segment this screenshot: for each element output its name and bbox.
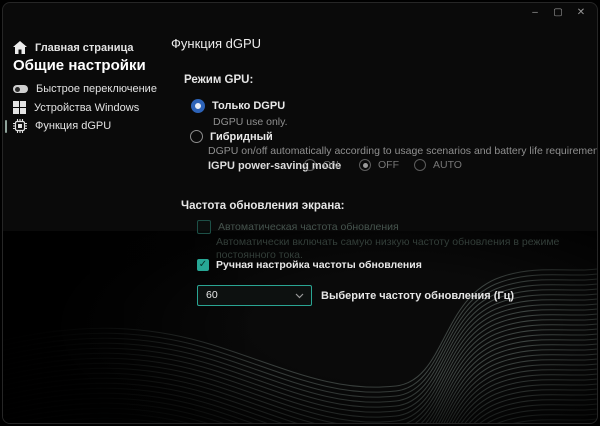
gpu-chip-icon xyxy=(13,119,27,133)
radio-hybrid-description: DGPU on/off automatically according to u… xyxy=(208,145,598,157)
radio-selected-icon xyxy=(191,99,205,113)
radio-igpu-on[interactable]: ON xyxy=(304,159,339,171)
sidebar-item-label: Устройства Windows xyxy=(34,101,140,114)
refresh-rate-value: 60 xyxy=(206,289,218,301)
sidebar-item-dgpu-function[interactable]: Функция dGPU xyxy=(13,119,111,133)
sidebar-item-label: Функция dGPU xyxy=(35,120,112,132)
radio-dgpu-only[interactable]: Только DGPU xyxy=(191,99,285,113)
radio-unselected-icon xyxy=(190,130,203,143)
sidebar-item-label: Быстрое переключение xyxy=(36,83,157,95)
refresh-rate-select[interactable]: 60 xyxy=(197,285,312,306)
checkbox-label: Ручная настройка частоты обновления xyxy=(216,259,422,271)
radio-igpu-auto[interactable]: AUTO xyxy=(414,159,462,171)
checkbox-auto-refresh[interactable]: Автоматическая частота обновления xyxy=(197,220,399,234)
sidebar-item-label: Главная страница xyxy=(35,41,134,54)
window-controls: – ▢ ✕ xyxy=(528,6,588,20)
radio-label: Гибридный xyxy=(210,130,273,143)
radio-dgpu-only-description: DGPU use only. xyxy=(213,116,288,128)
toggle-icon xyxy=(13,85,28,93)
gpu-mode-heading: Режим GPU: xyxy=(184,74,254,86)
minimize-button[interactable]: – xyxy=(528,6,542,20)
radio-disabled-icon xyxy=(414,159,426,171)
checkbox-checked-icon: ✓ xyxy=(197,259,209,271)
checkbox-manual-refresh[interactable]: ✓ Ручная настройка частоты обновления xyxy=(197,259,422,271)
refresh-rate-select-label: Выберите частоту обновления (Гц) xyxy=(321,290,515,302)
sidebar-item-windows-devices[interactable]: Устройства Windows xyxy=(13,101,139,114)
radio-label: AUTO xyxy=(433,159,462,171)
radio-label: OFF xyxy=(378,159,399,171)
main-content: Функция dGPU Режим GPU: Только DGPU DGPU… xyxy=(3,3,597,306)
windows-icon xyxy=(13,101,26,114)
radio-disabled-icon xyxy=(304,159,316,171)
checkbox-unchecked-icon xyxy=(197,220,211,234)
chevron-down-icon xyxy=(295,293,304,299)
home-icon xyxy=(13,41,27,54)
maximize-button[interactable]: ▢ xyxy=(551,6,565,20)
radio-hybrid[interactable]: Гибридный xyxy=(190,130,273,143)
radio-label: ON xyxy=(323,159,339,171)
active-item-indicator xyxy=(5,120,7,133)
app-window: – ▢ ✕ Главная страница Общие настройки Б… xyxy=(2,2,598,424)
checkbox-label: Автоматическая частота обновления xyxy=(218,221,399,233)
sidebar-item-home[interactable]: Главная страница xyxy=(13,41,134,54)
page-title: Функция dGPU xyxy=(171,36,262,51)
close-button[interactable]: ✕ xyxy=(574,6,588,20)
radio-igpu-off[interactable]: OFF xyxy=(359,159,399,171)
refresh-rate-heading: Частота обновления экрана: xyxy=(181,200,345,212)
radio-disabled-selected-icon xyxy=(359,159,371,171)
sidebar-item-quick-switch[interactable]: Быстрое переключение xyxy=(13,83,157,95)
radio-label: Только DGPU xyxy=(212,100,286,112)
sidebar-section-title: Общие настройки xyxy=(13,57,146,74)
